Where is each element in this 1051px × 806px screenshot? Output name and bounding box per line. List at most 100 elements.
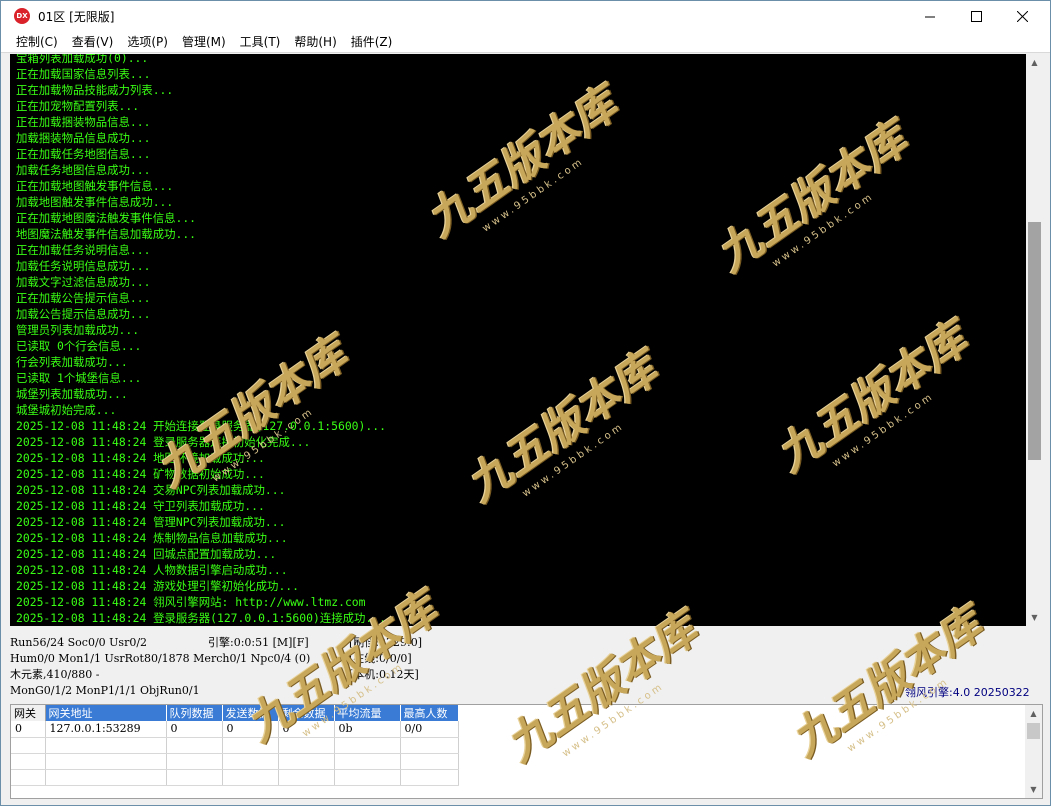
menu-plugins[interactable]: 插件(Z) bbox=[344, 32, 400, 52]
log-line: 正在加载地图触发事件信息... bbox=[16, 179, 174, 193]
maximize-button[interactable] bbox=[953, 1, 999, 31]
log-line: 2025-12-08 11:48:24 炼制物品信息加载成功... bbox=[16, 531, 288, 545]
table-cell bbox=[45, 753, 167, 770]
menu-bar: 控制(C) 查看(V) 选项(P) 管理(M) 工具(T) 帮助(H) 插件(Z… bbox=[1, 31, 1050, 53]
table-cell bbox=[166, 737, 223, 754]
status-hum: Hum0/0 Mon1/1 UsrRot80/1878 Merch0/1 Npc… bbox=[10, 652, 311, 665]
minimize-icon bbox=[924, 16, 935, 17]
maximize-icon bbox=[970, 10, 982, 22]
col-max-users[interactable]: 最高人数 bbox=[400, 705, 459, 721]
table-cell bbox=[334, 753, 401, 770]
gateway-grid[interactable]: 网关 网关地址 队列数据 发送数据 剩余数据 平均流量 最高人数 0 127.0.… bbox=[10, 704, 1043, 799]
log-line: 加载公告提示信息成功... bbox=[16, 307, 151, 321]
log-line: 2025-12-08 11:48:24 人物数据引擎启动成功... bbox=[16, 563, 288, 577]
menu-view[interactable]: 查看(V) bbox=[65, 32, 121, 52]
minimize-button[interactable] bbox=[907, 1, 953, 31]
log-line: 正在加载国家信息列表... bbox=[16, 67, 151, 81]
col-avg-traffic[interactable]: 平均流量 bbox=[334, 705, 401, 721]
table-row[interactable]: 0 127.0.0.1:53289 0 0 0 0b 0/0 bbox=[11, 721, 459, 738]
table-cell bbox=[222, 753, 279, 770]
log-line: 正在加载地图魔法触发事件信息... bbox=[16, 211, 197, 225]
app-icon: DX bbox=[14, 8, 30, 24]
log-line: 已读取 1个城堡信息... bbox=[16, 371, 142, 385]
table-cell bbox=[334, 737, 401, 754]
log-line: 2025-12-08 11:48:24 开始连接登录服务器(127.0.0.1:… bbox=[16, 419, 386, 433]
log-line: 2025-12-08 11:48:24 登录服务器(127.0.0.1:5600… bbox=[16, 611, 386, 625]
log-line: 2025-12-08 11:48:24 游戏处理引擎初始化成功... bbox=[16, 579, 300, 593]
table-cell bbox=[11, 769, 46, 786]
table-cell bbox=[45, 737, 167, 754]
table-cell: 0 bbox=[222, 721, 279, 738]
table-cell bbox=[45, 769, 167, 786]
table-cell bbox=[400, 753, 459, 770]
log-line: 城堡列表加载成功... bbox=[16, 387, 128, 401]
scroll-down-icon[interactable]: ▼ bbox=[1026, 609, 1043, 626]
close-button[interactable] bbox=[999, 1, 1045, 31]
grid-scroll-down-icon[interactable]: ▼ bbox=[1025, 781, 1042, 798]
status-panel: Run56/24 Soc0/0 Usr0/2 引擎:0:0:51 [M][F] … bbox=[10, 632, 1043, 702]
col-gateway[interactable]: 网关 bbox=[11, 705, 46, 721]
table-cell bbox=[334, 769, 401, 786]
log-line: 加载任务说明信息成功... bbox=[16, 259, 151, 273]
log-line: 2025-12-08 11:48:24 回城点配置加载成功... bbox=[16, 547, 277, 561]
table-cell bbox=[11, 753, 46, 770]
status-online: [在线:0/0/0] bbox=[349, 652, 412, 665]
log-line: 正在加载物品技能威力列表... bbox=[16, 83, 174, 97]
console-scrollbar[interactable]: ▲ ▼ bbox=[1026, 54, 1043, 626]
table-cell bbox=[11, 737, 46, 754]
table-cell bbox=[166, 769, 223, 786]
log-console[interactable]: 宝箱列表加载成功(0)... 正在加载国家信息列表... 正在加载物品技能威力列表.… bbox=[10, 54, 1026, 626]
log-line: 2025-12-08 11:48:24 守卫列表加载成功... bbox=[16, 499, 265, 513]
menu-control[interactable]: 控制(C) bbox=[9, 32, 65, 52]
menu-help[interactable]: 帮助(H) bbox=[287, 32, 343, 52]
grid-scroll-thumb[interactable] bbox=[1027, 723, 1040, 739]
table-cell bbox=[222, 737, 279, 754]
table-cell: 0 bbox=[166, 721, 223, 738]
log-line: 宝箱列表加载成功(0)... bbox=[16, 54, 149, 65]
col-remaining-data[interactable]: 剩余数据 bbox=[278, 705, 335, 721]
table-cell bbox=[400, 769, 459, 786]
table-cell bbox=[278, 769, 335, 786]
log-line: 正在加载任务地图信息... bbox=[16, 147, 151, 161]
menu-tools[interactable]: 工具(T) bbox=[233, 32, 288, 52]
col-gateway-address[interactable]: 网关地址 bbox=[45, 705, 167, 721]
table-cell bbox=[222, 769, 279, 786]
table-cell bbox=[278, 753, 335, 770]
grid-body: 0 127.0.0.1:53289 0 0 0 0b 0/0 bbox=[11, 721, 459, 786]
grid-scrollbar[interactable]: ▲ ▼ bbox=[1025, 705, 1042, 798]
log-line: 加载地图触发事件信息成功... bbox=[16, 195, 174, 209]
log-line: 正在加载公告提示信息... bbox=[16, 291, 151, 305]
log-line: 行会列表加载成功... bbox=[16, 355, 128, 369]
table-cell bbox=[166, 753, 223, 770]
status-mon: MonG0/1/2 MonP1/1/1 ObjRun0/1 bbox=[10, 684, 200, 697]
table-cell bbox=[278, 737, 335, 754]
scroll-up-icon[interactable]: ▲ bbox=[1026, 54, 1043, 71]
log-line: 加载捆装物品信息成功... bbox=[16, 131, 151, 145]
log-lines: 宝箱列表加载成功(0)... 正在加载国家信息列表... 正在加载物品技能威力列表.… bbox=[10, 54, 1026, 626]
menu-manage[interactable]: 管理(M) bbox=[175, 32, 233, 52]
grid-scroll-up-icon[interactable]: ▲ bbox=[1025, 705, 1042, 722]
table-cell: 0 bbox=[11, 721, 46, 738]
menu-options[interactable]: 选项(P) bbox=[120, 32, 175, 52]
col-send-data[interactable]: 发送数据 bbox=[222, 705, 279, 721]
table-row[interactable] bbox=[11, 769, 459, 786]
log-line: 2025-12-08 11:48:24 管理NPC列表加载成功... bbox=[16, 515, 286, 529]
table-cell: 0 bbox=[278, 721, 335, 738]
table-cell: 127.0.0.1:53289 bbox=[45, 721, 167, 738]
grid-header-row: 网关 网关地址 队列数据 发送数据 剩余数据 平均流量 最高人数 bbox=[11, 705, 459, 721]
table-cell bbox=[400, 737, 459, 754]
table-row[interactable] bbox=[11, 753, 459, 770]
col-queue-data[interactable]: 队列数据 bbox=[166, 705, 223, 721]
status-engine: 引擎:0:0:51 [M][F] bbox=[208, 636, 309, 649]
title-bar[interactable]: DX 01区 [无限版] bbox=[1, 1, 1050, 31]
status-local: [本机:0.12天] bbox=[349, 668, 419, 681]
app-window: DX 01区 [无限版] 控制(C) 查看(V) 选项(P) 管理(M) 工具(… bbox=[0, 0, 1051, 806]
status-run: Run56/24 Soc0/0 Usr0/2 bbox=[10, 636, 148, 649]
console-scroll-thumb[interactable] bbox=[1028, 222, 1041, 460]
status-refresh: [刷怪:2729:0] bbox=[349, 636, 422, 649]
log-line: 2025-12-08 11:48:24 登录服务器连接初始化完成... bbox=[16, 435, 311, 449]
window-title: 01区 [无限版] bbox=[38, 9, 115, 24]
table-row[interactable] bbox=[11, 737, 459, 754]
table-cell: 0/0 bbox=[400, 721, 459, 738]
log-line: 正在加载捆装物品信息... bbox=[16, 115, 151, 129]
